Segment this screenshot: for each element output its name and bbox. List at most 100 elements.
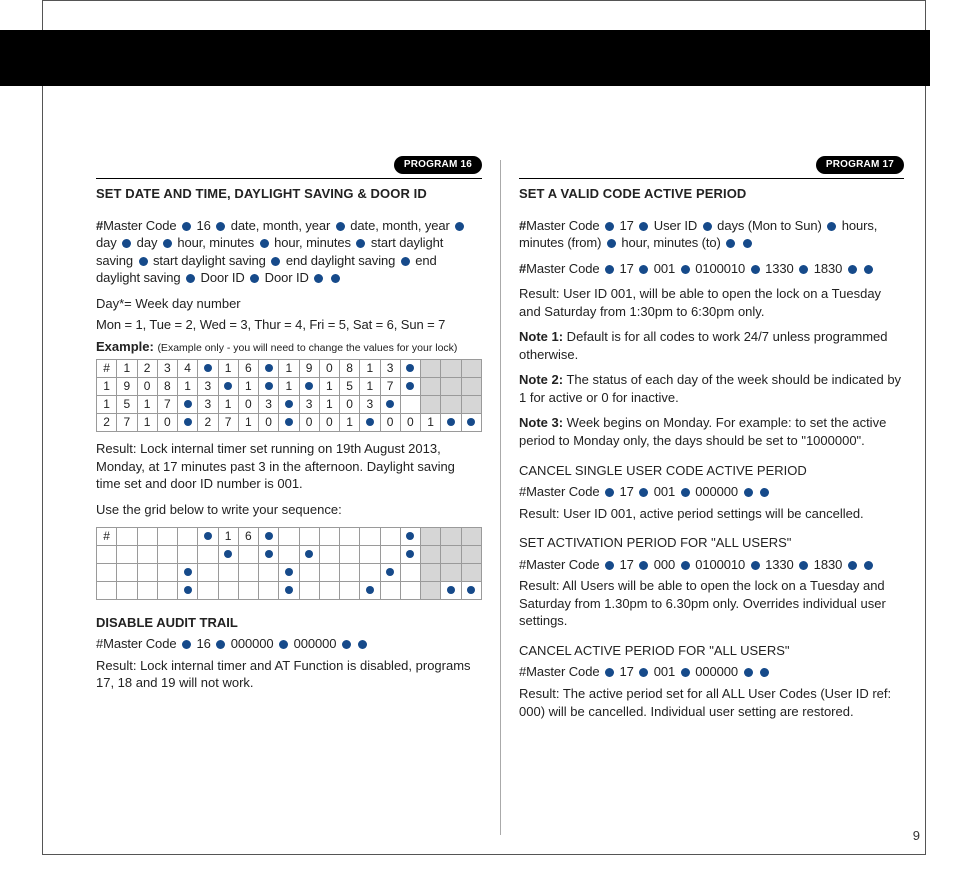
- grid-cell: [198, 360, 218, 378]
- grid-cell: [360, 545, 380, 563]
- header-black-band: [0, 30, 930, 86]
- blue-dot-icon: [848, 561, 857, 570]
- grid-cell: [198, 527, 218, 545]
- grid-cell: [400, 360, 420, 378]
- blue-dot-icon: [216, 222, 225, 231]
- cancel-single-title: CANCEL SINGLE USER CODE ACTIVE PERIOD: [519, 462, 904, 480]
- cancel-single-result: Result: User ID 001, active period setti…: [519, 505, 904, 523]
- grid-cell: 5: [117, 396, 137, 414]
- disable-result-text: Lock internal timer and AT Function is d…: [96, 658, 471, 691]
- note3-text: Week begins on Monday. For example: to s…: [519, 415, 886, 448]
- blue-dot-icon: [271, 257, 280, 266]
- grid-cell: 6: [238, 360, 258, 378]
- blue-dot-icon: [250, 274, 259, 283]
- blue-dot-icon: [279, 640, 288, 649]
- grid-cell: 1: [218, 396, 238, 414]
- note-1: Note 1: Default is for all codes to work…: [519, 328, 904, 363]
- grid-cell: 0: [238, 396, 258, 414]
- blue-dot-icon: [184, 586, 192, 594]
- grid-cell: [218, 545, 238, 563]
- program-badge-16: PROGRAM 16: [394, 156, 482, 174]
- grid-cell: [259, 360, 279, 378]
- grid-cell: [178, 563, 198, 581]
- grid-cell: 3: [259, 396, 279, 414]
- grid-cell: [238, 545, 258, 563]
- blue-dot-icon: [182, 640, 191, 649]
- blue-dot-icon: [285, 418, 293, 426]
- grid-cell: [198, 581, 218, 599]
- divider: [519, 178, 904, 179]
- grid-cell: [461, 396, 482, 414]
- grid-cell: [279, 414, 299, 432]
- grid-cell: 0: [259, 414, 279, 432]
- grid-cell: 1: [137, 414, 157, 432]
- grid-cell: [137, 563, 157, 581]
- grid-cell: 1: [218, 360, 238, 378]
- grid-cell: [279, 396, 299, 414]
- note3-label: Note 3:: [519, 415, 563, 430]
- grid-cell: 1: [319, 396, 339, 414]
- blue-dot-icon: [827, 222, 836, 231]
- grid-cell: 6: [238, 527, 258, 545]
- grid-cell: 0: [400, 414, 420, 432]
- grid-cell: [441, 360, 461, 378]
- blue-dot-icon: [760, 488, 769, 497]
- blue-dot-icon: [864, 561, 873, 570]
- blue-dot-icon: [605, 488, 614, 497]
- blue-dot-icon: [744, 488, 753, 497]
- grid-cell: 2: [198, 414, 218, 432]
- grid-cell: [421, 396, 441, 414]
- grid-cell: [279, 527, 299, 545]
- note2-text: The status of each day of the week shoul…: [519, 372, 901, 405]
- left-column-inner: PROGRAM 16 SET DATE AND TIME, DAYLIGHT S…: [96, 160, 482, 692]
- left-title: SET DATE AND TIME, DAYLIGHT SAVING & DOO…: [96, 185, 482, 203]
- blue-dot-icon: [406, 364, 414, 372]
- blue-dot-icon: [184, 568, 192, 576]
- grid-cell: 1: [218, 527, 238, 545]
- grid-cell: 8: [157, 378, 177, 396]
- note-2: Note 2: The status of each day of the we…: [519, 371, 904, 406]
- blue-dot-icon: [386, 568, 394, 576]
- grid-cell: [198, 563, 218, 581]
- grid-cell: 3: [157, 360, 177, 378]
- grid-cell: [319, 527, 339, 545]
- disable-result: Result: Lock internal timer and AT Funct…: [96, 657, 482, 692]
- grid-cell: [461, 563, 482, 581]
- grid-cell: 1: [360, 360, 380, 378]
- grid-cell: 9: [117, 378, 137, 396]
- blue-dot-icon: [639, 668, 648, 677]
- right-result: Result: User ID 001, will be able to ope…: [519, 285, 904, 320]
- grid-cell: [259, 581, 279, 599]
- blue-dot-icon: [265, 532, 273, 540]
- page-number: 9: [913, 828, 920, 843]
- blue-dot-icon: [681, 488, 690, 497]
- cancel-all-seq: #Master Code 17 001 000000: [519, 663, 904, 681]
- blue-dot-icon: [186, 274, 195, 283]
- cancel-single-seq: #Master Code 17 001 000000: [519, 483, 904, 501]
- blue-dot-icon: [639, 265, 648, 274]
- grid-cell: 7: [380, 378, 400, 396]
- grid-cell: [340, 527, 360, 545]
- grid-cell: 0: [319, 360, 339, 378]
- blue-dot-icon: [639, 222, 648, 231]
- example-grid: #123416190813190813111517151731033103271…: [96, 359, 482, 432]
- grid-cell: 3: [198, 378, 218, 396]
- grid-cell: [299, 545, 319, 563]
- grid-cell: [461, 360, 482, 378]
- blue-dot-icon: [285, 586, 293, 594]
- blue-dot-icon: [848, 265, 857, 274]
- disable-title: DISABLE AUDIT TRAIL: [96, 614, 482, 632]
- blue-dot-icon: [639, 561, 648, 570]
- grid-cell: [360, 581, 380, 599]
- grid-cell: [117, 527, 137, 545]
- blue-dot-icon: [342, 640, 351, 649]
- grid-cell: [157, 563, 177, 581]
- blue-dot-icon: [386, 400, 394, 408]
- grid-cell: [178, 527, 198, 545]
- grid-cell: 0: [380, 414, 400, 432]
- left-sequence: #Master Code 16 date, month, year date, …: [96, 217, 482, 287]
- grid-cell: [178, 396, 198, 414]
- cancel-all-result: Result: The active period set for all AL…: [519, 685, 904, 720]
- grid-cell: [178, 545, 198, 563]
- grid-cell: #: [97, 527, 117, 545]
